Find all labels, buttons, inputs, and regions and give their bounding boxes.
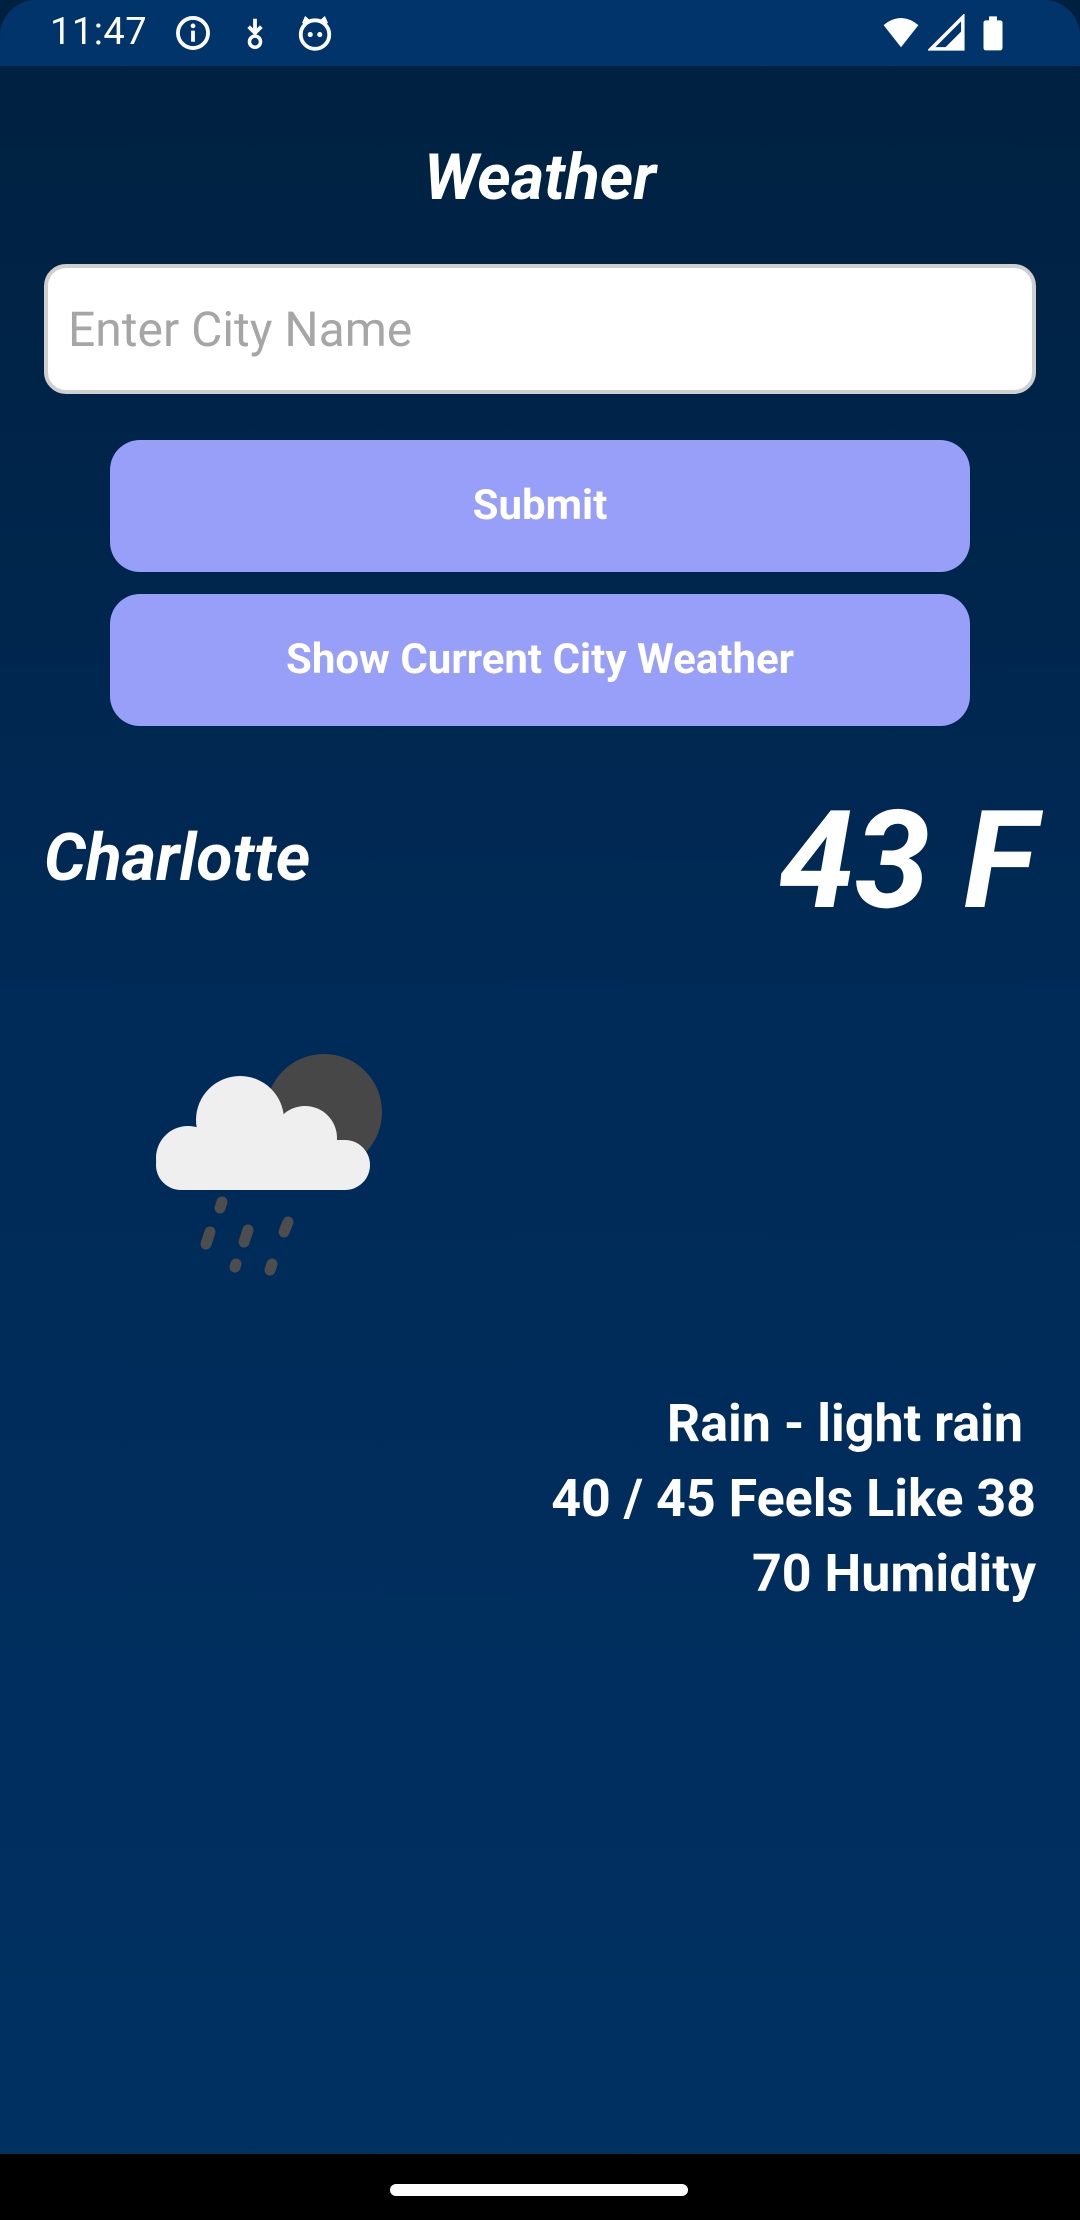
info-icon: [174, 14, 212, 52]
temperature: 43 F: [778, 782, 1036, 941]
navigation-bar: [0, 2154, 1080, 2220]
weather-condition: Rain - light rain: [666, 1393, 1036, 1454]
status-time: 11:47: [50, 10, 148, 54]
battery-icon: [974, 14, 1012, 52]
page-title: Weather: [423, 140, 657, 215]
wifi-icon: [880, 14, 922, 52]
weather-details: Rain - light rain 40 / 45 Feels Like 38 …: [336, 1386, 1036, 1611]
show-current-city-weather-button[interactable]: Show Current City Weather: [110, 594, 970, 726]
signal-icon: [926, 12, 966, 52]
home-gesture-handle[interactable]: [390, 2184, 688, 2196]
temperature-range-feels-like: 40 / 45 Feels Like 38: [551, 1468, 1036, 1529]
humidity: 70 Humidity: [751, 1543, 1036, 1604]
download-icon: [236, 14, 274, 52]
status-bar: 11:47: [0, 0, 1080, 66]
submit-button[interactable]: Submit: [110, 440, 970, 572]
cat-face-icon: [296, 14, 334, 52]
city-name-input[interactable]: [44, 264, 1036, 394]
city-name: Charlotte: [44, 820, 311, 897]
cloud-rain-moon-icon: [140, 1040, 400, 1280]
